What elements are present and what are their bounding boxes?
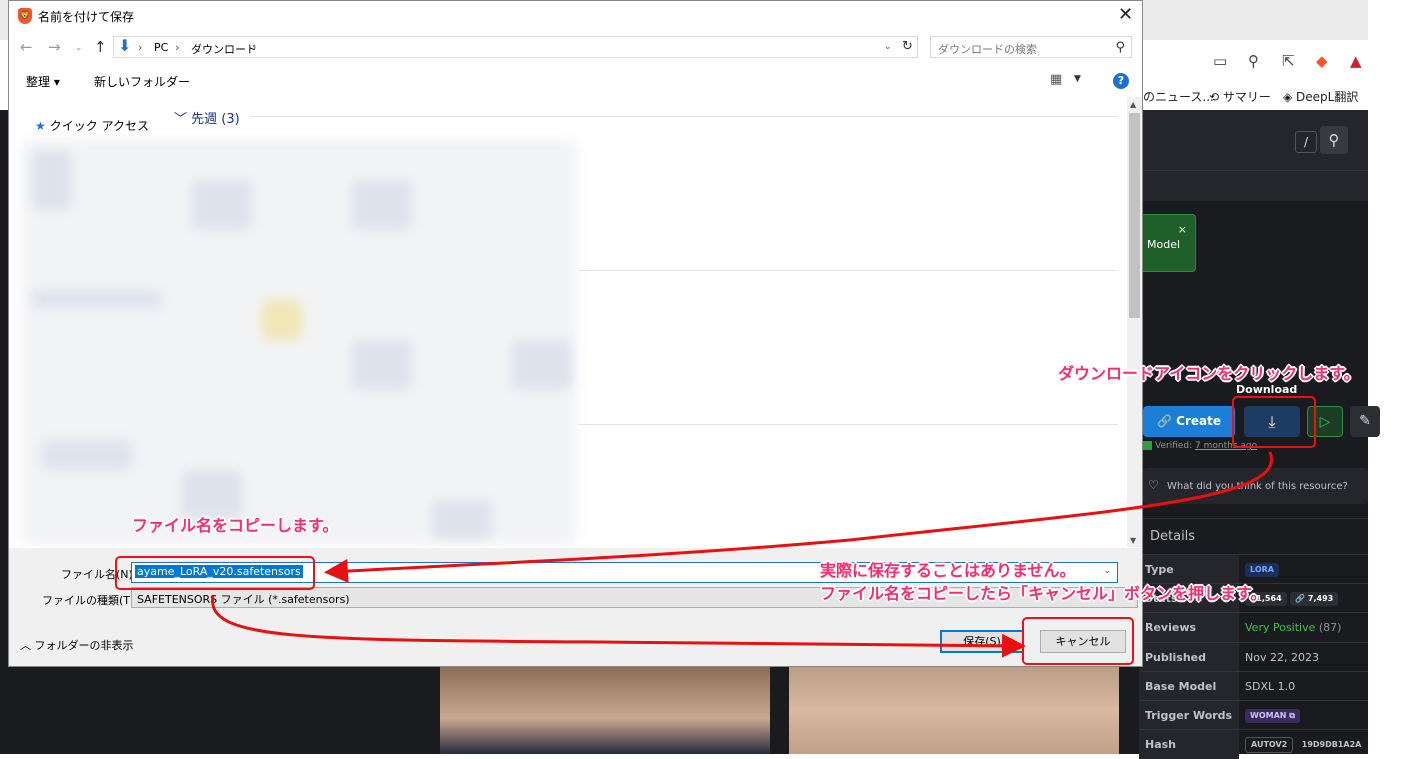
hide-folders-toggle[interactable]: ︿ フォルダーの非表示: [20, 637, 134, 653]
share-icon[interactable]: ⇱: [1282, 52, 1295, 70]
feedback-bar[interactable]: ♡ What did you think of this resource?: [1143, 468, 1368, 504]
download-tooltip: Download: [1236, 383, 1298, 396]
verified-badge-icon: [1143, 441, 1152, 450]
feedback-text: What did you think of this resource?: [1167, 481, 1348, 492]
detail-row-trigger-words: Trigger Words WOMAN ⧉: [1139, 700, 1368, 730]
close-icon[interactable]: ✕: [1118, 4, 1133, 25]
filename-dropdown-icon[interactable]: ⌄: [1101, 566, 1113, 576]
breadcrumb-pc[interactable]: PC: [154, 41, 168, 54]
search-icon[interactable]: ⚲: [1115, 40, 1125, 55]
detail-row-hash: Hash AUTOV2 19D9DB1A2A: [1139, 729, 1368, 759]
up-arrow-icon[interactable]: ↑: [94, 38, 107, 56]
note-click-download: ダウンロードアイコンをクリックします。: [1058, 364, 1360, 383]
back-arrow-icon[interactable]: ←: [20, 38, 33, 56]
forward-arrow-icon[interactable]: →: [48, 38, 61, 56]
highlight-cancel-button: [1022, 617, 1134, 665]
type-badge: LORA: [1245, 563, 1279, 577]
scroll-down-icon[interactable]: ▼: [1130, 536, 1136, 545]
play-icon: ▷: [1319, 414, 1331, 430]
preview-image-left[interactable]: [440, 665, 770, 754]
zoom-icon[interactable]: ⚲: [1248, 52, 1259, 70]
bookmark-news[interactable]: のニュース...: [1143, 88, 1214, 105]
scroll-up-icon[interactable]: ▲: [1130, 100, 1136, 109]
dialog-title: 名前を付けて保存: [38, 10, 135, 24]
brave-shield-icon[interactable]: ◆: [1316, 52, 1328, 70]
model-chip-label: Model: [1147, 238, 1181, 251]
more-button[interactable]: ✎: [1350, 406, 1380, 437]
site-subnav: [1143, 170, 1368, 201]
preview-image-right[interactable]: [789, 665, 1119, 754]
group-divider: [578, 270, 1118, 271]
bookmarks-bar: のニュース... ⟲ サマリー ◈ DeepL翻訳: [1143, 80, 1368, 110]
view-dropdown-icon[interactable]: ▼: [1074, 74, 1081, 84]
detail-row-reviews: Reviews Very Positive (87): [1139, 612, 1368, 642]
details-header[interactable]: Details: [1143, 518, 1368, 555]
bookmark-deepl[interactable]: ◈ DeepL翻訳: [1283, 88, 1358, 105]
cast-icon[interactable]: ▭: [1213, 52, 1227, 70]
create-label: Create: [1176, 414, 1221, 428]
brave-rewards-icon[interactable]: ▲: [1350, 52, 1362, 70]
note-no-save: 実際に保存することはありません。: [820, 561, 1076, 580]
group-divider: [578, 424, 1118, 425]
highlight-filename: [115, 556, 315, 590]
note-press-cancel: ファイル名をコピーしたら「キャンセル」ボタンを押します。: [820, 584, 1267, 603]
help-icon[interactable]: ?: [1113, 73, 1129, 89]
trigger-word-badge[interactable]: WOMAN ⧉: [1245, 709, 1300, 723]
new-folder-button[interactable]: 新しいフォルダー: [94, 73, 190, 90]
breadcrumb-downloads[interactable]: ダウンロード: [191, 41, 257, 57]
create-button[interactable]: 🔗 Create: [1143, 406, 1235, 437]
address-dropdown-icon[interactable]: ⌄: [884, 42, 892, 52]
close-icon[interactable]: ×: [1178, 223, 1187, 236]
brush-icon: ✎: [1359, 413, 1371, 429]
scrollbar-thumb[interactable]: [1129, 113, 1140, 318]
address-bar[interactable]: › PC › ダウンロード › ⌄ ↻: [113, 36, 918, 58]
highlight-download-button: [1232, 396, 1316, 448]
detail-row-base-model: Base Model SDXL 1.0: [1139, 671, 1368, 701]
star-icon: ★: [35, 119, 46, 133]
detail-row-published: Published Nov 22, 2023: [1139, 642, 1368, 672]
nav-item-quick-access[interactable]: ★ クイック アクセス: [35, 117, 149, 134]
view-options-icon[interactable]: ▦: [1050, 72, 1062, 87]
bookmark-summary[interactable]: ⟲ サマリー: [1209, 88, 1271, 105]
save-button[interactable]: 保存(S): [940, 630, 1024, 653]
recent-dropdown-icon[interactable]: ⌄: [75, 43, 83, 53]
brave-logo-icon: 🦁: [18, 8, 32, 24]
blurred-file-list: [22, 140, 577, 544]
organize-button[interactable]: 整理 ▾: [26, 73, 60, 90]
model-filter-chip[interactable]: × Model: [1140, 214, 1196, 272]
reviews-link[interactable]: Very Positive: [1245, 621, 1315, 634]
search-input[interactable]: ダウンロードの検索 ⚲: [930, 36, 1132, 58]
refresh-icon[interactable]: ↻: [902, 39, 913, 54]
heart-icon: ♡: [1148, 478, 1159, 492]
group-header-last-week[interactable]: ﹀ 先週 (3): [174, 108, 240, 127]
note-copy-filename: ファイル名をコピーします。: [132, 516, 339, 535]
group-divider: [250, 116, 1118, 117]
downloads-folder-icon: ⬇: [118, 36, 132, 55]
search-icon[interactable]: ⚲: [1320, 126, 1348, 154]
filetype-label: ファイルの種類(T):: [42, 594, 139, 607]
chevron-up-icon: ︿: [20, 639, 31, 652]
search-shortcut-key: /: [1295, 131, 1317, 153]
